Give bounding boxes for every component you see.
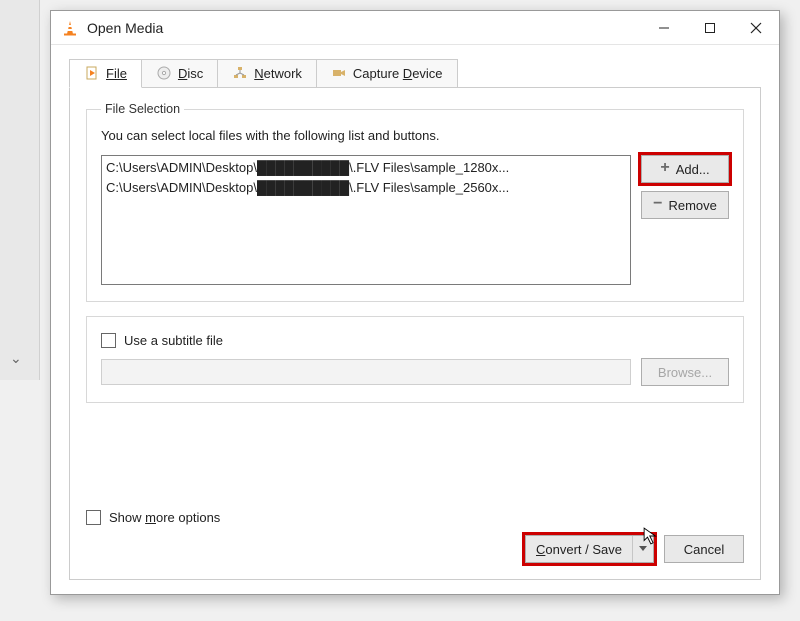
- add-button[interactable]: + Add...: [641, 155, 729, 183]
- list-item[interactable]: C:\Users\ADMIN\Desktop\██████████\.FLV F…: [106, 178, 626, 198]
- tab-label: File: [106, 66, 127, 81]
- file-selection-group: File Selection You can select local file…: [86, 102, 744, 302]
- window-title: Open Media: [87, 20, 163, 36]
- dropdown-caret-icon[interactable]: [633, 536, 653, 562]
- tab-panel-file: File Selection You can select local file…: [69, 87, 761, 580]
- disc-icon: [156, 65, 172, 81]
- maximize-button[interactable]: [687, 11, 733, 45]
- more-options-checkbox[interactable]: [86, 510, 101, 525]
- more-options-row: Show more options: [86, 502, 744, 525]
- background-panel: ⌄: [0, 0, 40, 380]
- browse-label: Browse...: [658, 365, 712, 380]
- minus-icon: −: [653, 196, 662, 212]
- subtitle-path-input: [101, 359, 631, 385]
- convert-label: Convert / Save: [526, 536, 633, 562]
- file-selection-hint: You can select local files with the foll…: [101, 128, 729, 143]
- remove-button[interactable]: − Remove: [641, 191, 729, 219]
- add-label: Add...: [676, 162, 710, 177]
- file-icon: [84, 65, 100, 81]
- minimize-button[interactable]: [641, 11, 687, 45]
- tab-label: Disc: [178, 66, 203, 81]
- tab-file[interactable]: File: [69, 59, 142, 88]
- plus-icon: +: [660, 160, 669, 176]
- tab-network[interactable]: Network: [217, 59, 317, 87]
- tab-disc[interactable]: Disc: [141, 59, 218, 87]
- browse-button: Browse...: [641, 358, 729, 386]
- close-button[interactable]: [733, 11, 779, 45]
- more-options-label: Show more options: [109, 510, 220, 525]
- capture-icon: [331, 65, 347, 81]
- tab-label: Capture Device: [353, 66, 443, 81]
- convert-save-button[interactable]: Convert / Save: [525, 535, 654, 563]
- vlc-cone-icon: [61, 19, 79, 37]
- file-list[interactable]: C:\Users\ADMIN\Desktop\██████████\.FLV F…: [101, 155, 631, 285]
- subtitle-label: Use a subtitle file: [124, 333, 223, 348]
- chevron-down-icon[interactable]: ⌄: [10, 350, 22, 367]
- file-selection-legend: File Selection: [101, 102, 184, 116]
- remove-label: Remove: [668, 198, 716, 213]
- titlebar: Open Media: [51, 11, 779, 45]
- cancel-label: Cancel: [684, 542, 724, 557]
- network-icon: [232, 65, 248, 81]
- cancel-button[interactable]: Cancel: [664, 535, 744, 563]
- open-media-dialog: Open Media File Disc: [50, 10, 780, 595]
- subtitle-group: Use a subtitle file Browse...: [86, 316, 744, 403]
- tabstrip: File Disc Network Capture Device: [69, 57, 761, 87]
- dialog-content: File Disc Network Capture Device: [51, 45, 779, 594]
- tab-label: Network: [254, 66, 302, 81]
- dialog-footer: Convert / Save Cancel: [86, 535, 744, 563]
- tab-capture[interactable]: Capture Device: [316, 59, 458, 87]
- subtitle-checkbox[interactable]: [101, 333, 116, 348]
- list-item[interactable]: C:\Users\ADMIN\Desktop\██████████\.FLV F…: [106, 158, 626, 178]
